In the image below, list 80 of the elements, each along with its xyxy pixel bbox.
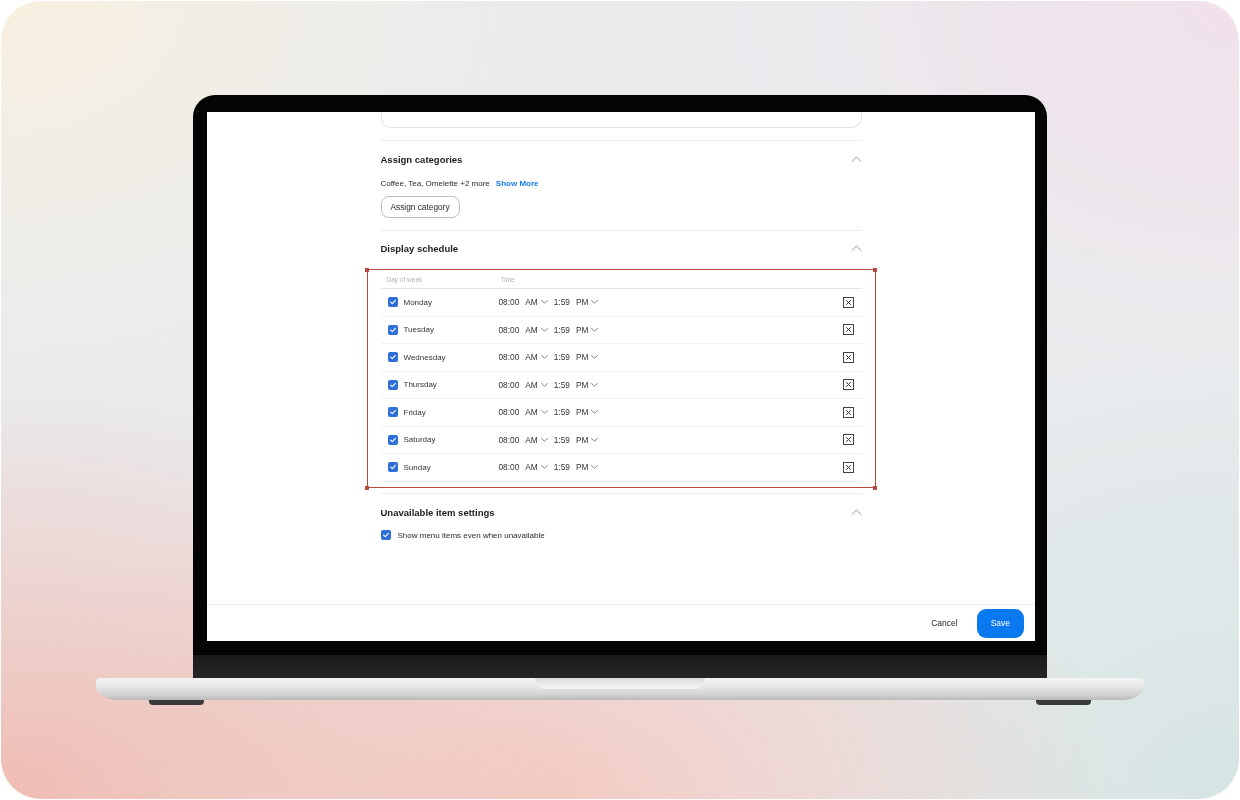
end-time-value[interactable]: 1:59: [553, 324, 570, 335]
chevron-down-icon: [540, 465, 548, 470]
chevron-down-icon: [591, 465, 599, 470]
close-icon[interactable]: [842, 351, 854, 363]
chevron-down-icon: [591, 437, 599, 442]
close-icon[interactable]: [842, 461, 854, 473]
period-dropdown[interactable]: AM: [525, 407, 548, 418]
chevron-down-icon: [591, 410, 599, 415]
close-icon[interactable]: [842, 379, 854, 391]
end-time-value[interactable]: 1:59: [553, 379, 570, 390]
period-dropdown[interactable]: PM: [575, 462, 599, 473]
checkbox[interactable]: [387, 297, 398, 308]
checkbox[interactable]: [387, 379, 398, 390]
section-title: Unavailable item settings: [380, 506, 495, 518]
day-label: Sunday: [403, 462, 431, 472]
category-summary: Coffee, Tea, Omelette +2 more: [380, 178, 490, 188]
checkbox[interactable]: [380, 530, 391, 540]
day-label: Monday: [403, 297, 432, 307]
laptop-foot: [1036, 700, 1091, 705]
close-icon[interactable]: [842, 406, 854, 418]
laptop-foot: [149, 700, 204, 705]
period-dropdown[interactable]: AM: [525, 297, 548, 308]
day-label: Thursday: [403, 380, 437, 390]
end-time-value[interactable]: 1:59: [553, 352, 570, 363]
save-button[interactable]: Save: [976, 608, 1024, 638]
end-time-value[interactable]: 1:59: [553, 434, 570, 445]
period-dropdown[interactable]: AM: [525, 434, 548, 445]
selection-handle-icon[interactable]: [365, 485, 369, 490]
chevron-down-icon: [540, 382, 548, 387]
selection-handle-icon[interactable]: [365, 267, 369, 272]
option-label: Show menu items even when unavailable: [397, 530, 545, 540]
start-time-value[interactable]: 08:00: [498, 352, 520, 363]
period-dropdown[interactable]: PM: [575, 434, 599, 445]
cancel-button[interactable]: Cancel: [931, 608, 958, 638]
start-time-value[interactable]: 08:00: [498, 379, 520, 390]
input-field[interactable]: [380, 112, 862, 128]
close-icon[interactable]: [842, 434, 854, 446]
chevron-down-icon: [540, 327, 548, 332]
end-time-value[interactable]: 1:59: [553, 297, 570, 308]
day-label: Tuesday: [403, 325, 434, 335]
start-time-value[interactable]: 08:00: [498, 297, 520, 308]
period-dropdown[interactable]: PM: [575, 352, 599, 363]
section-title: Assign categories: [380, 153, 463, 165]
day-label: Saturday: [403, 435, 436, 445]
period-dropdown[interactable]: AM: [525, 379, 548, 390]
chevron-down-icon: [591, 382, 599, 387]
section-title: Display schedule: [380, 242, 459, 254]
period-dropdown[interactable]: PM: [575, 379, 599, 390]
checkbox[interactable]: [387, 462, 398, 473]
start-time-value[interactable]: 08:00: [498, 324, 520, 335]
start-time-value[interactable]: 08:00: [498, 407, 520, 418]
chevron-down-icon: [540, 300, 548, 305]
chevron-down-icon: [540, 437, 548, 442]
period-dropdown[interactable]: PM: [575, 297, 599, 308]
start-time-value[interactable]: 08:00: [498, 434, 520, 445]
checkbox[interactable]: [387, 407, 398, 418]
period-dropdown[interactable]: PM: [575, 324, 599, 335]
assign-category-button[interactable]: Assign category: [380, 196, 460, 218]
close-icon[interactable]: [842, 324, 854, 336]
checkbox[interactable]: [387, 434, 398, 445]
day-label: Wednesday: [403, 352, 446, 362]
day-label: Friday: [403, 407, 426, 417]
period-dropdown[interactable]: PM: [575, 407, 599, 418]
close-icon[interactable]: [842, 296, 854, 308]
end-time-value[interactable]: 1:59: [553, 407, 570, 418]
period-dropdown[interactable]: AM: [525, 352, 548, 363]
period-dropdown[interactable]: AM: [525, 462, 548, 473]
chevron-down-icon: [591, 300, 599, 305]
chevron-down-icon: [591, 327, 599, 332]
selection-handle-icon[interactable]: [873, 267, 877, 272]
end-time-value[interactable]: 1:59: [553, 462, 570, 473]
start-time-value[interactable]: 08:00: [498, 462, 520, 473]
selection-handle-icon[interactable]: [873, 485, 877, 490]
period-dropdown[interactable]: AM: [525, 324, 548, 335]
checkbox[interactable]: [387, 324, 398, 335]
chevron-down-icon: [591, 355, 599, 360]
chevron-down-icon: [540, 410, 548, 415]
chevron-down-icon: [540, 355, 548, 360]
show-more-link[interactable]: Show More: [495, 178, 539, 188]
checkbox[interactable]: [387, 352, 398, 363]
